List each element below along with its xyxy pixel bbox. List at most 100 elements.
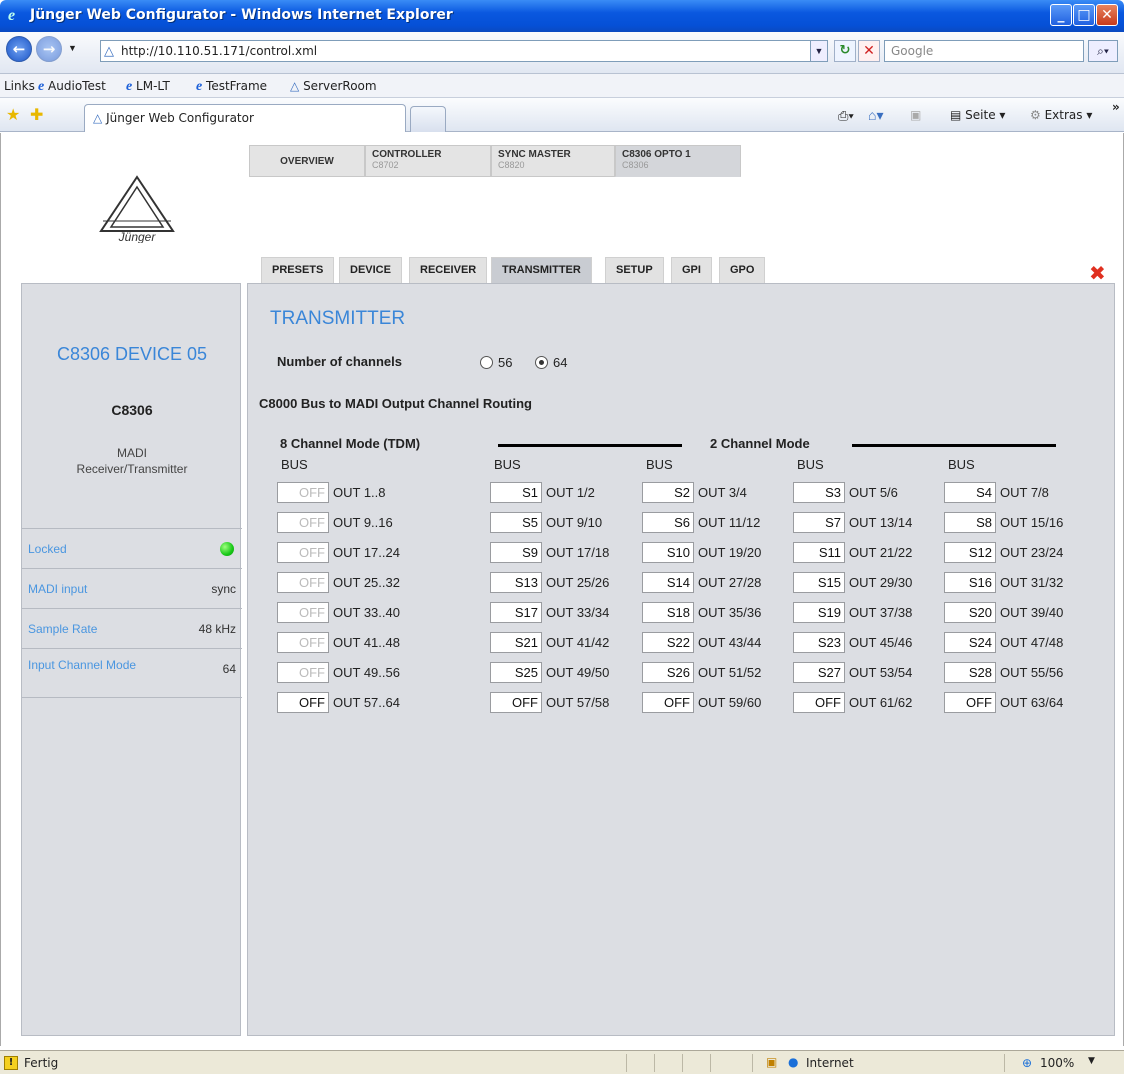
link-serverroom[interactable]: △ ServerRoom [290, 79, 377, 93]
bus-select-field[interactable]: S5 [490, 512, 542, 533]
output-label: OUT 9..16 [333, 515, 393, 530]
home-icon[interactable]: ⌂▾ [868, 107, 883, 124]
output-label: OUT 9/10 [546, 515, 603, 530]
bus-select-field[interactable]: S14 [642, 572, 694, 593]
bus-select-field[interactable]: OFF [277, 632, 329, 653]
status-row-locked: Locked [22, 528, 242, 568]
bus-select-field[interactable]: S22 [642, 632, 694, 653]
add-favorite-icon[interactable]: ✚ [30, 105, 43, 125]
bus-select-field[interactable]: S9 [490, 542, 542, 563]
output-label: OUT 3/4 [698, 485, 747, 500]
output-label: OUT 55/56 [1000, 665, 1064, 680]
device-tab-c8306-opto-1[interactable]: C8306 OPTO 1 C8306 [615, 145, 741, 177]
bus-select-field[interactable]: OFF [277, 662, 329, 683]
bus-select-field[interactable]: S17 [490, 602, 542, 623]
page-menu[interactable]: ▤ Seite ▾ [950, 108, 1005, 122]
zoom-level[interactable]: 100% [1040, 1056, 1074, 1070]
svg-text:Jünger: Jünger [118, 230, 157, 243]
tab-presets[interactable]: PRESETS [261, 257, 335, 283]
bus-select-field[interactable]: S3 [793, 482, 845, 503]
bus-select-field[interactable]: S15 [793, 572, 845, 593]
bus-select-field[interactable]: S11 [793, 542, 845, 563]
bus-select-field[interactable]: OFF [277, 572, 329, 593]
bus-select-field[interactable]: S26 [642, 662, 694, 683]
bus-select-field[interactable]: OFF [277, 692, 329, 713]
bus-select-field[interactable]: S16 [944, 572, 996, 593]
close-icon[interactable]: ✖ [1089, 261, 1106, 285]
status-text: Fertig [24, 1056, 59, 1070]
tab-setup[interactable]: SETUP [605, 257, 664, 283]
output-label: OUT 61/62 [849, 695, 913, 710]
link-lm-lt[interactable]: e LM-LT [126, 79, 170, 95]
refresh-button[interactable]: ↻ [834, 40, 856, 62]
bus-select-field[interactable]: S8 [944, 512, 996, 533]
bus-select-field[interactable]: S7 [793, 512, 845, 533]
extras-menu[interactable]: ⚙ Extras ▾ [1030, 108, 1092, 122]
stop-button[interactable]: ✕ [858, 40, 880, 62]
minimize-button[interactable]: _ [1050, 4, 1072, 26]
status-row-madi-input: MADI input sync [22, 568, 242, 608]
output-label: OUT 7/8 [1000, 485, 1049, 500]
maximize-button[interactable]: □ [1073, 4, 1095, 26]
warning-icon[interactable]: ! [4, 1056, 18, 1070]
ie-page-icon: e [38, 79, 45, 94]
bus-select-field[interactable]: S2 [642, 482, 694, 503]
links-bar: Links e AudioTest e LM-LT e TestFrame △ … [0, 74, 1124, 98]
browser-tab-active[interactable]: △ Jünger Web Configurator [84, 104, 406, 132]
link-testframe[interactable]: e TestFrame [196, 79, 267, 95]
print-icon[interactable]: ⎙▾ [838, 108, 854, 124]
bus-select-field[interactable]: OFF [490, 692, 542, 713]
favorites-star-icon[interactable]: ★ [6, 105, 20, 125]
close-window-button[interactable]: ✕ [1096, 4, 1118, 26]
bus-select-field[interactable]: S19 [793, 602, 845, 623]
bus-select-field[interactable]: S6 [642, 512, 694, 533]
radio-56-channels[interactable] [480, 356, 493, 369]
ie-icon: e [8, 7, 16, 24]
tab-transmitter[interactable]: TRANSMITTER [491, 257, 592, 283]
bus-select-field[interactable]: S10 [642, 542, 694, 563]
window-title-bar[interactable]: e Jünger Web Configurator - Windows Inte… [0, 0, 1124, 32]
url-dropdown-button[interactable]: ▼ [810, 40, 828, 62]
bus-select-field[interactable]: S13 [490, 572, 542, 593]
bus-select-field[interactable]: S4 [944, 482, 996, 503]
bus-select-field[interactable]: OFF [277, 602, 329, 623]
bus-select-field[interactable]: S25 [490, 662, 542, 683]
bus-select-field[interactable]: S1 [490, 482, 542, 503]
link-audiotest[interactable]: e AudioTest [38, 79, 106, 95]
bus-select-field[interactable]: S28 [944, 662, 996, 683]
device-tab-controller[interactable]: CONTROLLER C8702 [365, 145, 491, 177]
feed-icon[interactable]: ▣ [910, 108, 921, 122]
bus-select-field[interactable]: OFF [642, 692, 694, 713]
bus-select-field[interactable]: S23 [793, 632, 845, 653]
radio-64-channels[interactable] [535, 356, 548, 369]
bus-select-field[interactable]: OFF [793, 692, 845, 713]
bus-select-field[interactable]: S20 [944, 602, 996, 623]
bus-select-field[interactable]: OFF [277, 512, 329, 533]
bus-select-field[interactable]: S27 [793, 662, 845, 683]
history-dropdown-icon[interactable]: ▼ [68, 43, 77, 53]
search-button[interactable]: ⌕▾ [1088, 40, 1118, 62]
section-title: TRANSMITTER [270, 308, 406, 329]
tab-gpi[interactable]: GPI [671, 257, 712, 283]
bus-select-field[interactable]: OFF [277, 482, 329, 503]
zoom-icon[interactable]: ⊕ [1022, 1056, 1032, 1070]
bus-select-field[interactable]: S24 [944, 632, 996, 653]
back-button[interactable]: ← [6, 36, 32, 62]
chevron-more-icon[interactable]: » [1112, 100, 1120, 114]
search-input[interactable]: Google [884, 40, 1084, 62]
tab-device[interactable]: DEVICE [339, 257, 402, 283]
tab-gpo[interactable]: GPO [719, 257, 766, 283]
bus-select-field[interactable]: OFF [944, 692, 996, 713]
new-tab-button[interactable] [410, 106, 446, 132]
zoom-dropdown-icon[interactable]: ▼ [1088, 1056, 1095, 1066]
forward-button[interactable]: → [36, 36, 62, 62]
bus-select-field[interactable]: S21 [490, 632, 542, 653]
url-input[interactable]: http://10.110.51.171/control.xml [100, 40, 816, 62]
bus-select-field[interactable]: S18 [642, 602, 694, 623]
tab-receiver[interactable]: RECEIVER [409, 257, 488, 283]
device-tab-overview[interactable]: OVERVIEW [249, 145, 365, 177]
bus-select-field[interactable]: OFF [277, 542, 329, 563]
bus-select-field[interactable]: S12 [944, 542, 996, 563]
output-label: OUT 43/44 [698, 635, 762, 650]
device-tab-sync-master[interactable]: SYNC MASTER C8820 [491, 145, 615, 177]
